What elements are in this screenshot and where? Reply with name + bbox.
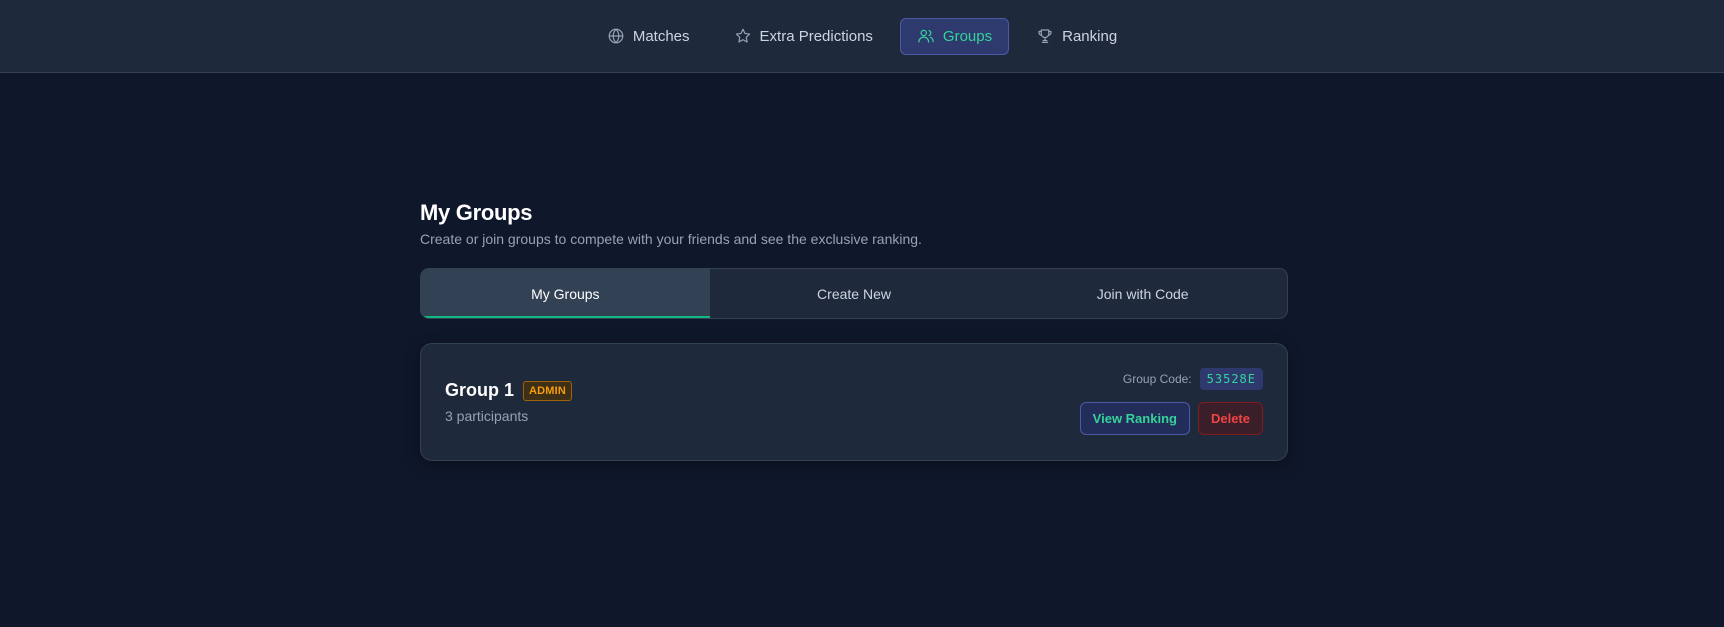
- group-name: Group 1: [445, 380, 515, 400]
- group-info: Group 1 ADMIN 3 participants: [445, 380, 573, 424]
- nav-item-ranking[interactable]: Ranking: [1019, 18, 1134, 55]
- nav-item-label: Ranking: [1062, 27, 1118, 45]
- users-icon: [918, 29, 934, 43]
- top-navigation-bar: Matches Extra Predictions Groups Ranking: [0, 0, 1724, 73]
- group-name-row: Group 1 ADMIN: [445, 380, 573, 401]
- nav-item-matches[interactable]: Matches: [590, 18, 707, 55]
- nav-item-label: Groups: [942, 27, 993, 45]
- page-subtitle: Create or join groups to compete with yo…: [420, 231, 922, 247]
- globe-icon: [608, 28, 624, 44]
- main-content: My Groups Create or join groups to compe…: [420, 200, 1288, 461]
- groups-tabs: My Groups Create New Join with Code: [420, 268, 1288, 319]
- nav-item-label: Matches: [632, 27, 690, 45]
- tab-create-new[interactable]: Create New: [710, 269, 999, 318]
- group-code-value[interactable]: 53528E: [1199, 368, 1263, 390]
- tab-my-groups[interactable]: My Groups: [421, 269, 710, 318]
- group-card: Group 1 ADMIN 3 participants Group Code:…: [420, 343, 1288, 461]
- group-actions: Group Code: 53528E View Ranking Delete: [1079, 368, 1263, 435]
- group-code-label: Group Code:: [1122, 372, 1192, 386]
- admin-badge: ADMIN: [523, 380, 573, 401]
- trophy-icon: [1038, 29, 1052, 43]
- main-nav: Matches Extra Predictions Groups Ranking: [590, 17, 1134, 55]
- delete-group-button[interactable]: Delete: [1197, 402, 1263, 435]
- group-code-row: Group Code: 53528E: [1123, 368, 1263, 390]
- participants-count: 3 participants: [445, 408, 529, 424]
- nav-item-groups[interactable]: Groups: [899, 17, 1010, 55]
- nav-item-extra-predictions[interactable]: Extra Predictions: [717, 18, 890, 55]
- page-title: My Groups: [420, 200, 533, 225]
- view-ranking-button[interactable]: View Ranking: [1079, 402, 1190, 435]
- group-buttons: View Ranking Delete: [1079, 402, 1263, 435]
- star-icon: [735, 28, 750, 43]
- tab-join-with-code[interactable]: Join with Code: [998, 269, 1287, 318]
- nav-item-label: Extra Predictions: [759, 27, 873, 45]
